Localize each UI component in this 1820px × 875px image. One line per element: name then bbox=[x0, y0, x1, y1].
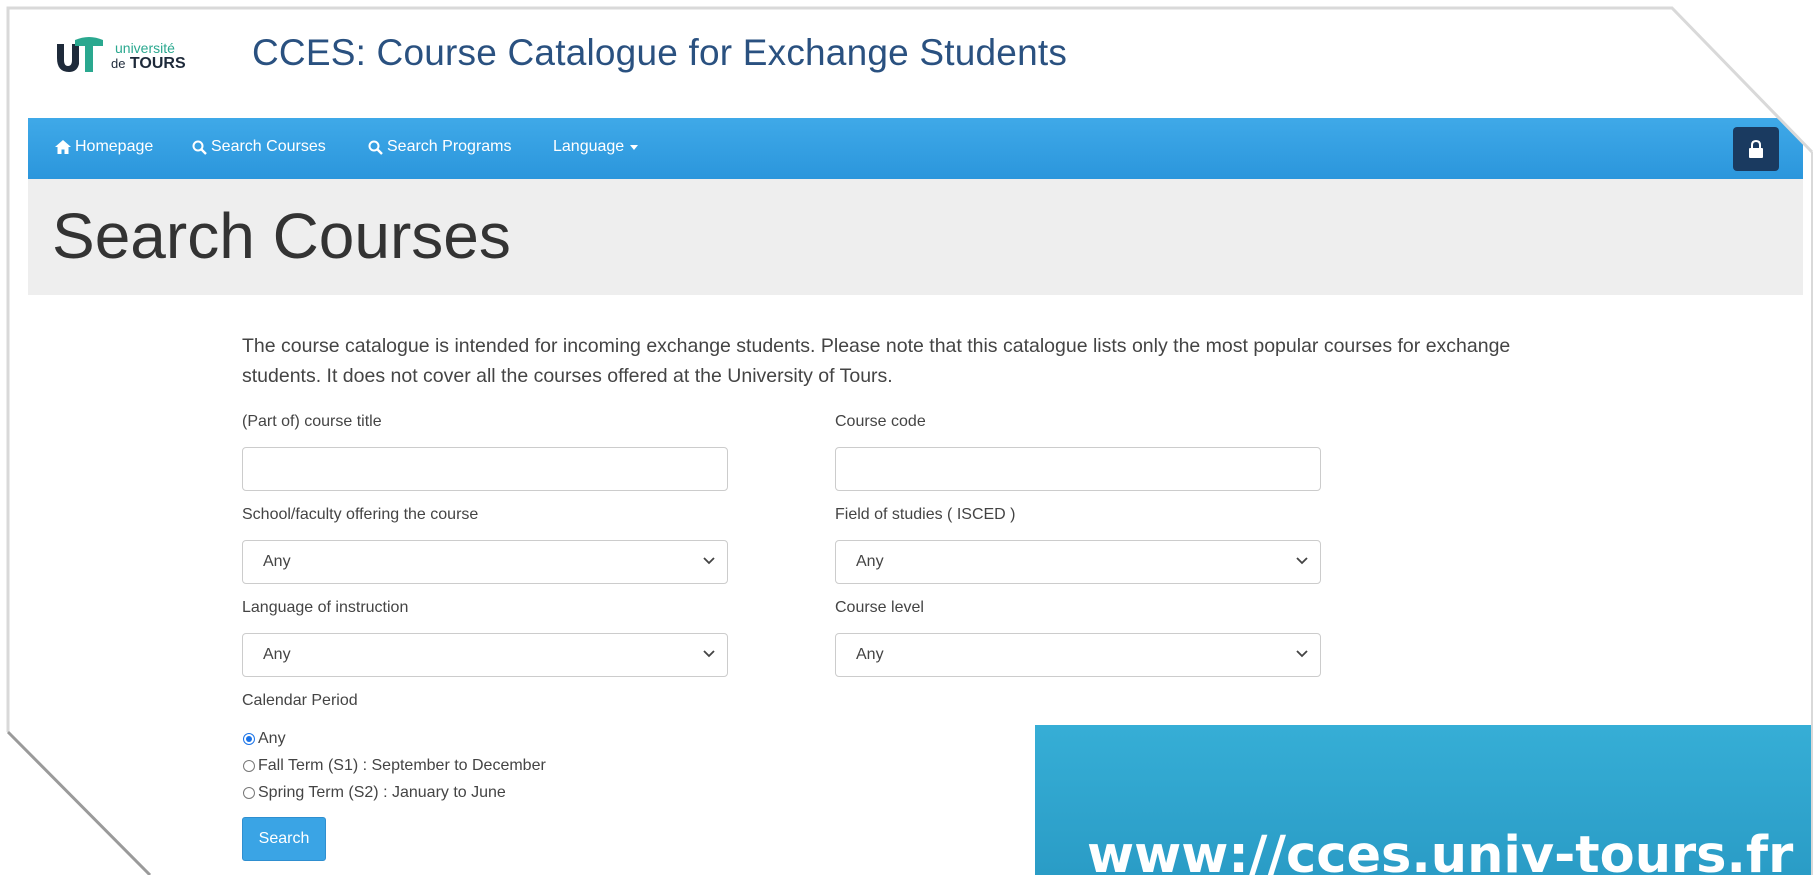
lock-icon bbox=[1749, 140, 1763, 158]
logo-text: université de TOURS bbox=[111, 40, 186, 72]
language-label: Language of instruction bbox=[242, 599, 409, 616]
radio-calendar-any-label: Any bbox=[258, 730, 286, 747]
nav-search-programs-label: Search Programs bbox=[387, 138, 512, 155]
banner-url-text: www://cces.univ-tours.fr bbox=[1087, 826, 1794, 875]
university-logo[interactable]: université de TOURS bbox=[55, 36, 186, 76]
home-icon bbox=[55, 140, 71, 154]
field-of-studies-label: Field of studies ( ISCED ) bbox=[835, 506, 1016, 523]
course-level-select-value: Any bbox=[856, 646, 884, 663]
logo-u-icon bbox=[57, 37, 103, 72]
nav-search-programs[interactable]: Search Programs bbox=[368, 138, 512, 156]
radio-button-checked[interactable] bbox=[243, 733, 255, 745]
course-level-select[interactable]: Any bbox=[835, 633, 1321, 677]
radio-calendar-any[interactable]: Any bbox=[243, 730, 286, 748]
logo-line2-prefix: de bbox=[111, 56, 126, 71]
course-level-label: Course level bbox=[835, 599, 924, 616]
logo-line2-main: TOURS bbox=[129, 55, 186, 72]
browser-page: université de TOURS CCES: Course Catalog… bbox=[8, 8, 1812, 875]
radio-calendar-spring[interactable]: Spring Term (S2) : January to June bbox=[243, 784, 506, 802]
logo-line2: de TOURS bbox=[111, 55, 186, 72]
nav-homepage-label: Homepage bbox=[75, 138, 154, 155]
chevron-down-icon bbox=[703, 557, 715, 565]
site-title[interactable]: CCES: Course Catalogue for Exchange Stud… bbox=[252, 32, 1067, 74]
radio-calendar-spring-label: Spring Term (S2) : January to June bbox=[258, 784, 506, 801]
screenshot-frame: université de TOURS CCES: Course Catalog… bbox=[0, 0, 1820, 875]
course-title-label: (Part of) course title bbox=[242, 413, 382, 430]
caret-down-icon bbox=[630, 144, 639, 150]
nav-language-dropdown[interactable]: Language bbox=[553, 138, 639, 156]
radio-calendar-fall[interactable]: Fall Term (S1) : September to December bbox=[243, 757, 546, 775]
radio-calendar-fall-label: Fall Term (S1) : September to December bbox=[258, 757, 546, 774]
nav-language-label: Language bbox=[553, 138, 625, 155]
radio-button[interactable] bbox=[243, 787, 255, 799]
chevron-down-icon bbox=[1296, 557, 1308, 565]
school-label: School/faculty offering the course bbox=[242, 506, 479, 523]
intro-text: The course catalogue is intended for inc… bbox=[242, 335, 1511, 387]
school-select[interactable]: Any bbox=[242, 540, 728, 584]
field-of-studies-select-value: Any bbox=[856, 553, 884, 570]
url-banner: www://cces.univ-tours.fr bbox=[1035, 725, 1811, 875]
nav-homepage[interactable]: Homepage bbox=[55, 138, 153, 156]
language-select-value: Any bbox=[263, 646, 291, 663]
search-icon bbox=[192, 140, 207, 155]
search-button[interactable]: Search bbox=[242, 817, 326, 861]
chevron-down-icon bbox=[1296, 650, 1308, 658]
logo-line1: université bbox=[115, 40, 175, 56]
radio-button[interactable] bbox=[243, 760, 255, 772]
page-title: Search Courses bbox=[52, 200, 511, 272]
course-code-input[interactable] bbox=[835, 447, 1321, 491]
search-icon bbox=[368, 140, 383, 155]
course-title-input[interactable] bbox=[242, 447, 728, 491]
chevron-down-icon bbox=[703, 650, 715, 658]
language-select[interactable]: Any bbox=[242, 633, 728, 677]
nav-search-courses[interactable]: Search Courses bbox=[192, 138, 326, 156]
school-select-value: Any bbox=[263, 553, 291, 570]
nav-search-courses-label: Search Courses bbox=[211, 138, 326, 155]
calendar-period-label: Calendar Period bbox=[242, 692, 358, 709]
navbar: Homepage Search Courses Search Programs … bbox=[28, 118, 1803, 179]
course-code-label: Course code bbox=[835, 413, 926, 430]
field-of-studies-select[interactable]: Any bbox=[835, 540, 1321, 584]
login-button[interactable] bbox=[1733, 127, 1779, 171]
